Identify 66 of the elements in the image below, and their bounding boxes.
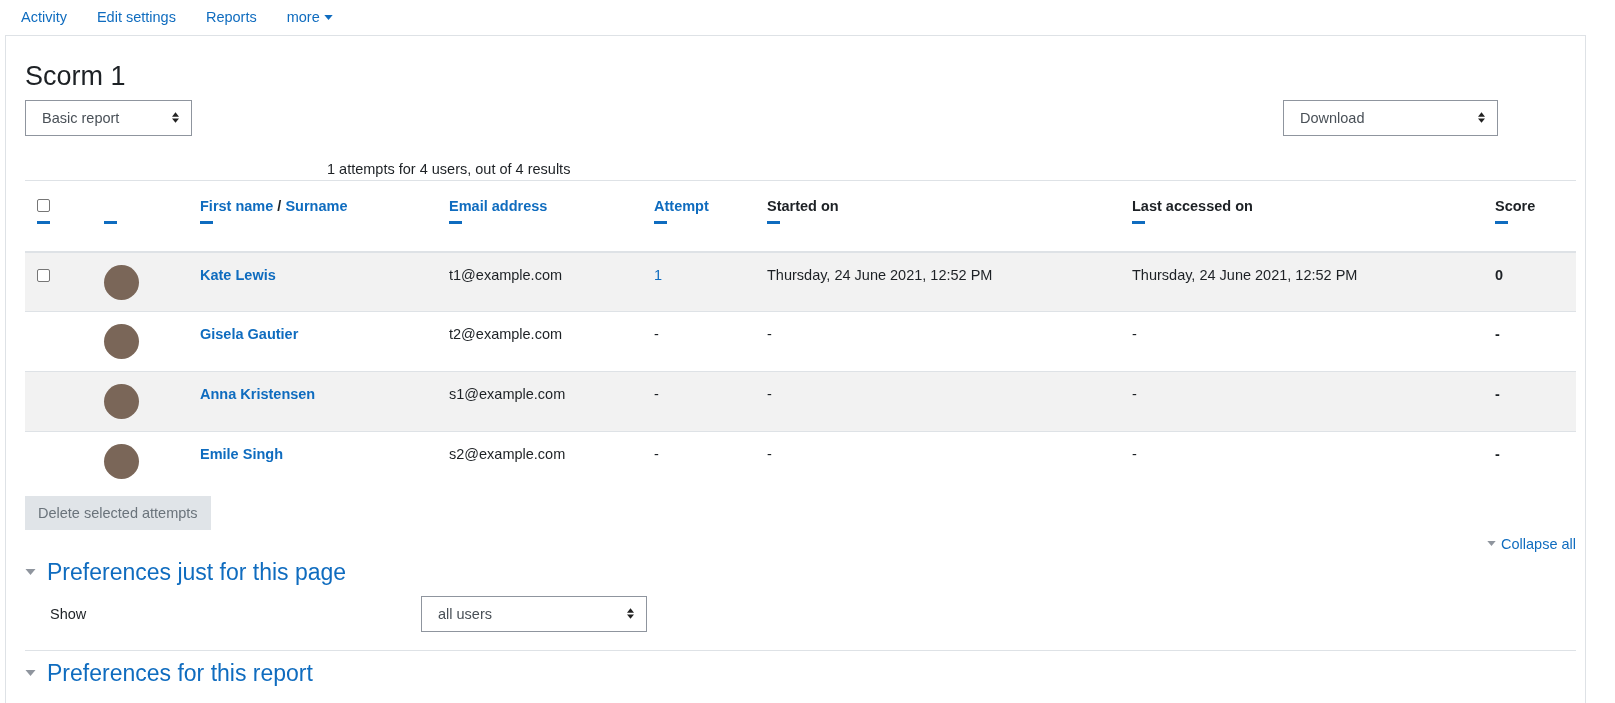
up-down-arrows-icon: [172, 112, 179, 124]
up-down-arrows-icon: [627, 608, 634, 620]
avatar-placeholder[interactable]: [104, 384, 139, 420]
up-down-arrows-icon: [1478, 112, 1485, 124]
table-cell: -: [767, 446, 772, 463]
table-cell: s2@example.com: [449, 446, 566, 463]
column-header: Score: [1495, 197, 1536, 214]
minus-icon[interactable]: [1495, 220, 1508, 224]
user-name-link[interactable]: Gisela Gautier: [200, 326, 299, 343]
caret-icon: [25, 670, 36, 677]
score-cell: -: [1495, 446, 1500, 463]
avatar-placeholder[interactable]: [104, 324, 139, 360]
column-header: Last accessed on: [1132, 197, 1253, 214]
caret-icon: [1487, 541, 1497, 547]
minus-icon[interactable]: [767, 220, 780, 224]
avatar-placeholder[interactable]: [104, 444, 139, 480]
score-cell: -: [1495, 386, 1500, 403]
minus-icon[interactable]: [200, 220, 213, 224]
user-name-link[interactable]: Emile Singh: [200, 446, 283, 463]
score-cell: 0: [1495, 266, 1504, 283]
results-summary: 1 attempts for 4 users, out of 4 results: [327, 159, 572, 178]
minus-icon[interactable]: [37, 220, 50, 224]
minus-icon[interactable]: [104, 220, 117, 224]
caret-icon: [323, 14, 333, 20]
nav-link[interactable]: more: [271, 4, 348, 30]
score-cell: -: [1495, 326, 1500, 343]
table-cell: -: [767, 386, 772, 403]
section-toggle[interactable]: Preferences for this report: [25, 659, 313, 687]
table-cell: Thursday, 24 June 2021, 12:52 PM: [1132, 266, 1358, 283]
table-cell: -: [1132, 326, 1137, 343]
minus-icon[interactable]: [449, 220, 462, 224]
minus-icon[interactable]: [1132, 220, 1145, 224]
download-select[interactable]: Download: [1283, 99, 1498, 136]
sort-link[interactable]: Email address: [449, 197, 548, 214]
sort-link[interactable]: Surname: [285, 197, 348, 214]
nav-link[interactable]: Activity: [6, 4, 82, 30]
table-cell: -: [767, 326, 772, 343]
table-cell: -: [654, 446, 659, 463]
table-cell: -: [1132, 446, 1137, 463]
nav-link[interactable]: Reports: [190, 4, 272, 30]
sort-link[interactable]: Attempt: [654, 197, 709, 214]
user-name-link[interactable]: Anna Kristensen: [200, 386, 316, 403]
field-label: Show: [50, 605, 88, 622]
report-select[interactable]: Basic report: [25, 99, 192, 136]
collapse-all-link[interactable]: Collapse all: [1487, 533, 1576, 554]
checkbox[interactable]: [37, 268, 50, 282]
page-title: Scorm 1: [25, 62, 127, 92]
checkbox[interactable]: [37, 199, 50, 213]
table-cell: -: [654, 326, 659, 343]
sort-link[interactable]: First name: [200, 197, 274, 214]
separator-text: /: [276, 197, 283, 214]
table-cell: s1@example.com: [449, 386, 566, 403]
column-header: Started on: [767, 197, 839, 214]
attempt-number-link[interactable]: 1: [654, 266, 663, 283]
table-cell: -: [1132, 386, 1137, 403]
table-cell: Thursday, 24 June 2021, 12:52 PM: [767, 266, 993, 283]
caret-icon: [25, 569, 36, 576]
table-cell: t1@example.com: [449, 266, 563, 283]
section-toggle[interactable]: Preferences just for this page: [25, 558, 347, 586]
table-cell: t2@example.com: [449, 326, 563, 343]
avatar-placeholder[interactable]: [104, 264, 139, 300]
user-name-link[interactable]: Kate Lewis: [200, 266, 276, 283]
show-select[interactable]: all users: [421, 595, 647, 632]
table-cell: -: [654, 386, 659, 403]
minus-icon[interactable]: [654, 220, 667, 224]
nav-link[interactable]: Edit settings: [81, 4, 191, 30]
